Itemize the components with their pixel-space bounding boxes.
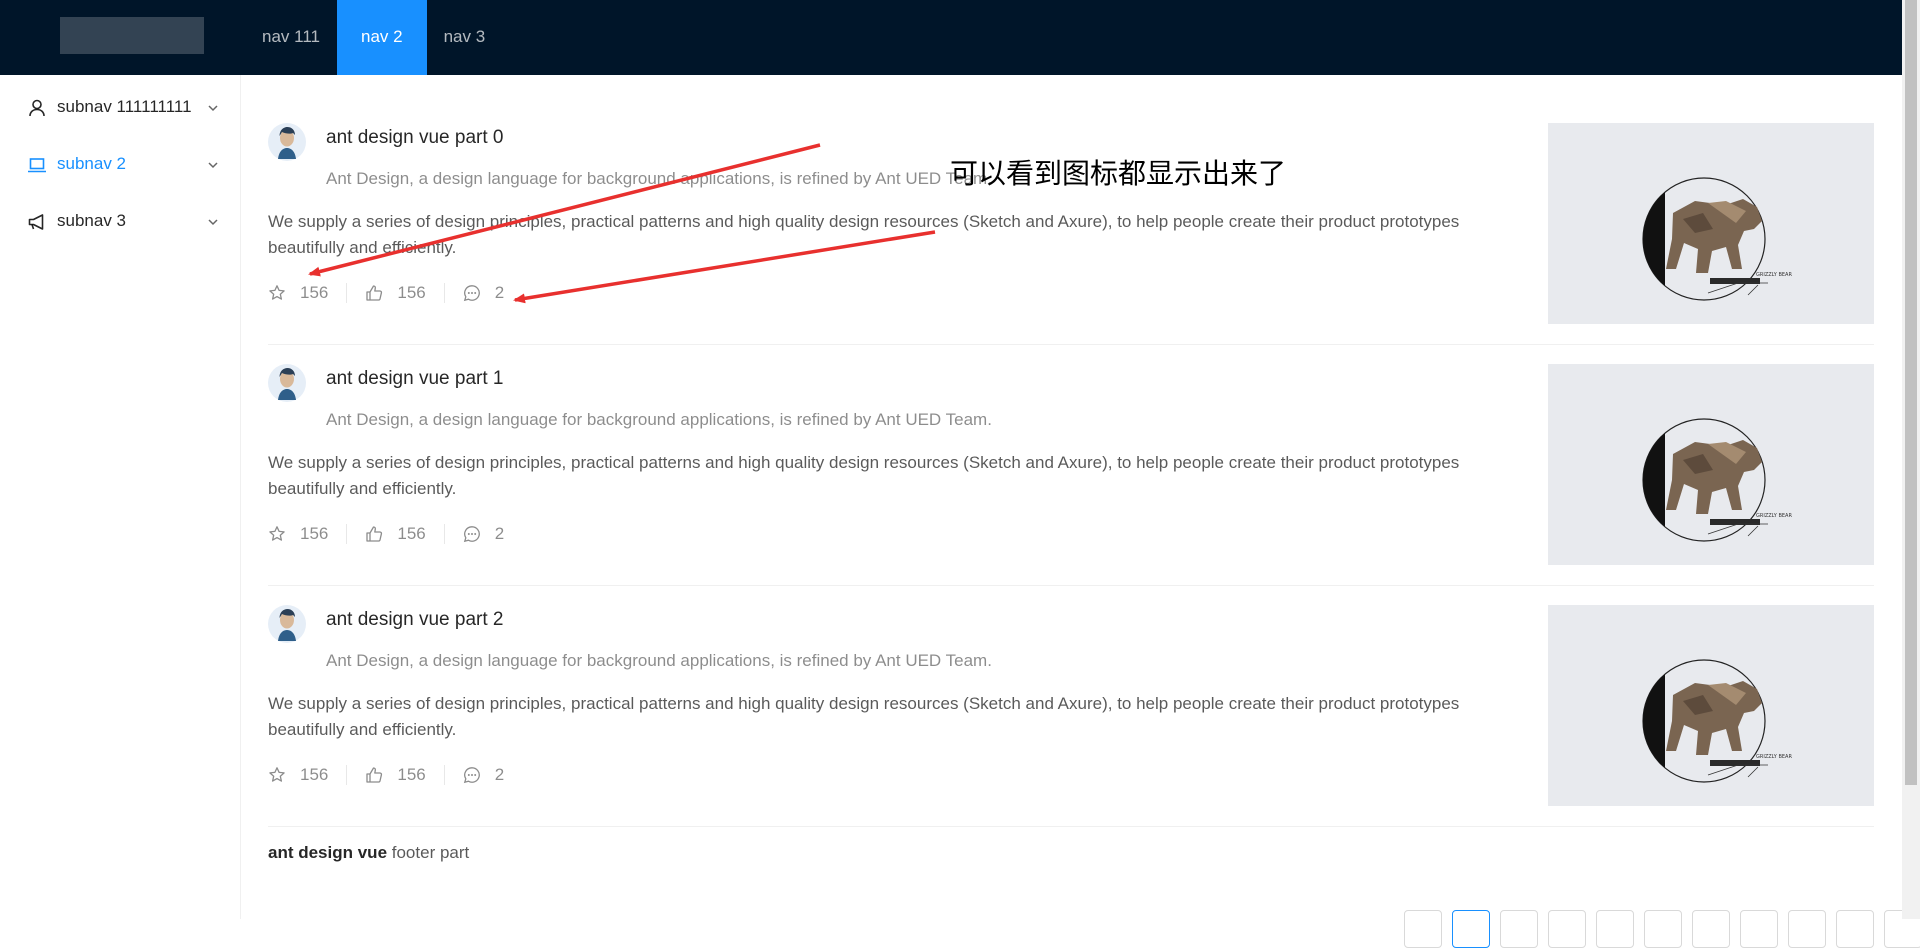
- like-count: 156: [397, 524, 426, 543]
- item-thumbnail: GRIZZLY BEAR: [1548, 605, 1874, 806]
- nav-item-2[interactable]: nav 2: [336, 0, 427, 75]
- grizzly-bear-image: GRIZZLY BEAR: [1642, 418, 1792, 542]
- message-icon: [463, 767, 480, 784]
- item-content: We supply a series of design principles,…: [268, 694, 1460, 739]
- sidebar-item-subnav-3[interactable]: subnav 3: [0, 197, 240, 247]
- like-count: 156: [397, 283, 426, 302]
- grizzly-bear-image: GRIZZLY BEAR: [1642, 177, 1792, 301]
- nav-item-3[interactable]: nav 3: [427, 0, 503, 75]
- item-title[interactable]: ant design vue part 2: [326, 609, 503, 631]
- star-icon: [269, 526, 285, 541]
- message-icon: [463, 285, 480, 302]
- item-actions: 156 156 2: [268, 763, 522, 787]
- thumbnail-caption: GRIZZLY BEAR: [1756, 754, 1792, 760]
- grizzly-bear-image: GRIZZLY BEAR: [1642, 659, 1792, 783]
- sidebar-item-label: subnav 2: [57, 154, 126, 173]
- avatar: [268, 123, 306, 161]
- star-icon: [269, 285, 285, 300]
- avatar: [268, 605, 306, 643]
- message-count: 2: [494, 765, 505, 784]
- message-action[interactable]: 2: [443, 524, 522, 544]
- notification-icon: [28, 214, 44, 230]
- star-count: 156: [300, 283, 329, 302]
- sidebar-item-label: subnav 111111111: [57, 97, 192, 116]
- user-icon: [29, 99, 45, 117]
- like-action[interactable]: 156: [346, 765, 443, 785]
- like-icon: [366, 767, 383, 783]
- thumbnail-caption: GRIZZLY BEAR: [1756, 272, 1792, 278]
- item-actions: 156 156 2: [268, 522, 522, 546]
- like-icon: [366, 285, 383, 301]
- footer-text: footer part: [387, 843, 470, 862]
- annotation-text: 可以看到图标都显示出来了: [950, 157, 1287, 190]
- item-actions: 156 156 2: [268, 281, 522, 305]
- message-icon: [463, 526, 480, 543]
- divider: [268, 585, 1874, 586]
- item-thumbnail: GRIZZLY BEAR: [1548, 123, 1874, 324]
- chevron-down-icon: [208, 105, 218, 112]
- like-action[interactable]: 156: [346, 283, 443, 303]
- item-description: Ant Design, a design language for backgr…: [326, 651, 992, 670]
- item-description: Ant Design, a design language for backgr…: [326, 410, 992, 429]
- thumbnail-caption: GRIZZLY BEAR: [1756, 513, 1792, 519]
- sidebar-item-subnav-1[interactable]: subnav 111111111: [0, 83, 240, 133]
- sidebar-item-subnav-2[interactable]: subnav 2: [0, 140, 240, 190]
- star-count: 156: [300, 524, 329, 543]
- item-description: Ant Design, a design language for backgr…: [326, 169, 992, 188]
- item-thumbnail: GRIZZLY BEAR: [1548, 364, 1874, 565]
- like-action[interactable]: 156: [346, 524, 443, 544]
- pagination-page[interactable]: [1740, 910, 1778, 948]
- top-header: nav 111 nav 2 nav 3: [0, 0, 1902, 75]
- item-title[interactable]: ant design vue part 1: [326, 368, 503, 390]
- star-action[interactable]: 156: [268, 524, 346, 544]
- list-item: ant design vue part 1 Ant Design, a desi…: [268, 364, 1874, 565]
- footer-brand: ant design vue: [268, 843, 388, 862]
- item-title[interactable]: ant design vue part 0: [326, 127, 503, 149]
- list-footer: ant design vue footer part: [268, 843, 469, 863]
- star-count: 156: [300, 765, 329, 784]
- divider: [268, 344, 1874, 345]
- star-action[interactable]: 156: [268, 765, 346, 785]
- pagination-page[interactable]: [1596, 910, 1634, 948]
- pagination-prev[interactable]: [1404, 910, 1442, 948]
- star-action[interactable]: 156: [268, 283, 346, 303]
- avatar: [268, 364, 306, 402]
- pagination-page[interactable]: [1836, 910, 1874, 948]
- list-item: ant design vue part 2 Ant Design, a desi…: [268, 605, 1874, 806]
- pagination-page[interactable]: [1788, 910, 1826, 948]
- pagination-page[interactable]: [1548, 910, 1586, 948]
- pagination-page[interactable]: [1644, 910, 1682, 948]
- vertical-scrollbar[interactable]: [1902, 0, 1920, 919]
- pagination-page[interactable]: [1500, 910, 1538, 948]
- pagination-page[interactable]: [1452, 910, 1490, 948]
- divider: [268, 826, 1874, 827]
- scrollbar-thumb[interactable]: [1905, 0, 1917, 785]
- chevron-down-icon: [208, 219, 218, 226]
- message-count: 2: [494, 283, 505, 302]
- like-icon: [366, 526, 383, 542]
- pagination-page[interactable]: [1692, 910, 1730, 948]
- item-content: We supply a series of design principles,…: [268, 212, 1460, 257]
- item-content: We supply a series of design principles,…: [268, 453, 1460, 498]
- message-count: 2: [494, 524, 505, 543]
- like-count: 156: [397, 765, 426, 784]
- star-icon: [269, 767, 285, 782]
- message-action[interactable]: 2: [443, 765, 522, 785]
- laptop-icon: [28, 158, 46, 173]
- chevron-down-icon: [208, 162, 218, 169]
- top-nav: nav 111 nav 2 nav 3: [245, 0, 502, 75]
- sidebar: subnav 111111111 subnav 2 subnav 3: [0, 75, 241, 919]
- pagination: [1404, 910, 1920, 948]
- message-action[interactable]: 2: [443, 283, 522, 303]
- nav-item-1[interactable]: nav 111: [245, 0, 337, 75]
- sidebar-item-label: subnav 3: [57, 211, 126, 230]
- logo: [60, 17, 204, 54]
